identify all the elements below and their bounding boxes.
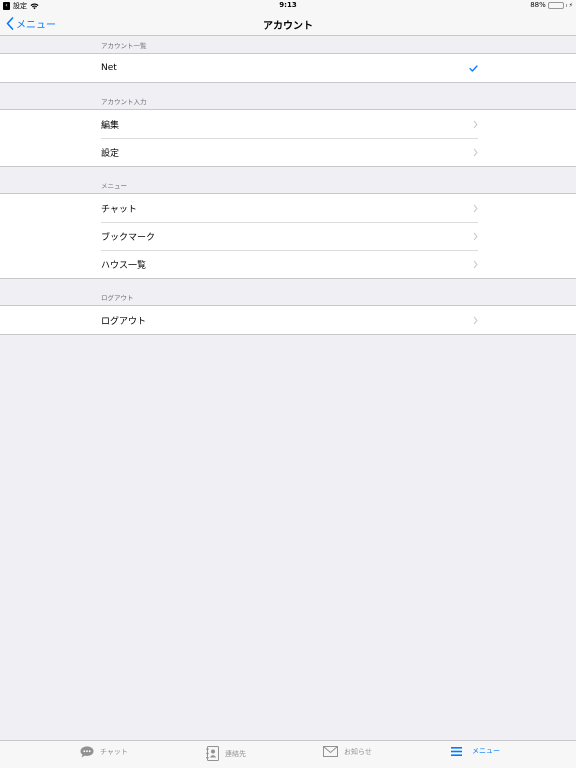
section-header-account-input: アカウント入力 — [101, 98, 147, 106]
page-title: アカウント — [263, 21, 313, 32]
settings-row[interactable]: 設定 — [0, 138, 576, 166]
tab-contacts[interactable]: 連絡先 — [206, 746, 246, 761]
chevron-right-icon — [473, 250, 478, 278]
battery-percent: 88% — [530, 1, 546, 9]
account-row-net[interactable]: Net — [0, 54, 576, 82]
checkmark-icon — [469, 54, 478, 82]
edit-row[interactable]: 編集 — [0, 110, 576, 138]
cell-label: ブックマーク — [101, 232, 156, 243]
tab-label: お知らせ — [344, 747, 372, 756]
tab-label: メニュー — [472, 747, 500, 755]
tab-menu[interactable]: メニュー — [451, 746, 500, 756]
tab-bar: チャット 連絡先 お知らせ メニュー — [0, 740, 576, 768]
charging-icon: ⚡ — [568, 1, 573, 9]
navigation-bar: メニュー アカウント — [0, 12, 576, 36]
status-time: 9:13 — [279, 1, 297, 9]
cell-label: Net — [101, 63, 117, 73]
chevron-right-icon — [473, 138, 478, 166]
chat-icon — [80, 746, 94, 758]
chevron-right-icon — [473, 222, 478, 250]
house-list-row[interactable]: ハウス一覧 — [0, 250, 576, 278]
battery-tip — [565, 3, 567, 7]
chat-row[interactable]: チャット — [0, 194, 576, 222]
cell-label: 設定 — [101, 148, 120, 159]
section-logout: ログアウト — [0, 305, 576, 335]
tab-notifications[interactable]: お知らせ — [323, 746, 372, 757]
cell-label: 編集 — [101, 120, 120, 131]
battery-icon — [547, 1, 564, 9]
tab-label: チャット — [100, 748, 128, 756]
settings-table: アカウント一覧 Net アカウント入力 編集 設定 メニュー チャット ブックマ… — [0, 37, 576, 335]
status-right: 88% ⚡ — [530, 1, 573, 9]
tab-label: 連絡先 — [225, 749, 246, 758]
contacts-icon — [206, 746, 219, 761]
chevron-right-icon — [473, 194, 478, 222]
section-header-accounts: アカウント一覧 — [101, 42, 147, 50]
status-bar: ‹ 設定 9:13 88% ⚡ — [0, 0, 576, 12]
cell-label: チャット — [101, 204, 137, 215]
section-account-input: 編集 設定 — [0, 109, 576, 167]
cell-label: ハウス一覧 — [101, 260, 147, 271]
chevron-right-icon — [473, 110, 478, 138]
mail-icon — [323, 746, 338, 757]
section-header-logout: ログアウト — [101, 294, 134, 302]
cell-label: ログアウト — [101, 316, 147, 327]
menu-icon — [451, 746, 462, 756]
section-menu: チャット ブックマーク ハウス一覧 — [0, 193, 576, 279]
logout-row[interactable]: ログアウト — [0, 306, 576, 334]
tab-chat[interactable]: チャット — [80, 746, 128, 758]
bookmark-row[interactable]: ブックマーク — [0, 222, 576, 250]
section-header-menu: メニュー — [101, 182, 127, 190]
section-accounts: Net — [0, 53, 576, 83]
chevron-right-icon — [473, 306, 478, 334]
